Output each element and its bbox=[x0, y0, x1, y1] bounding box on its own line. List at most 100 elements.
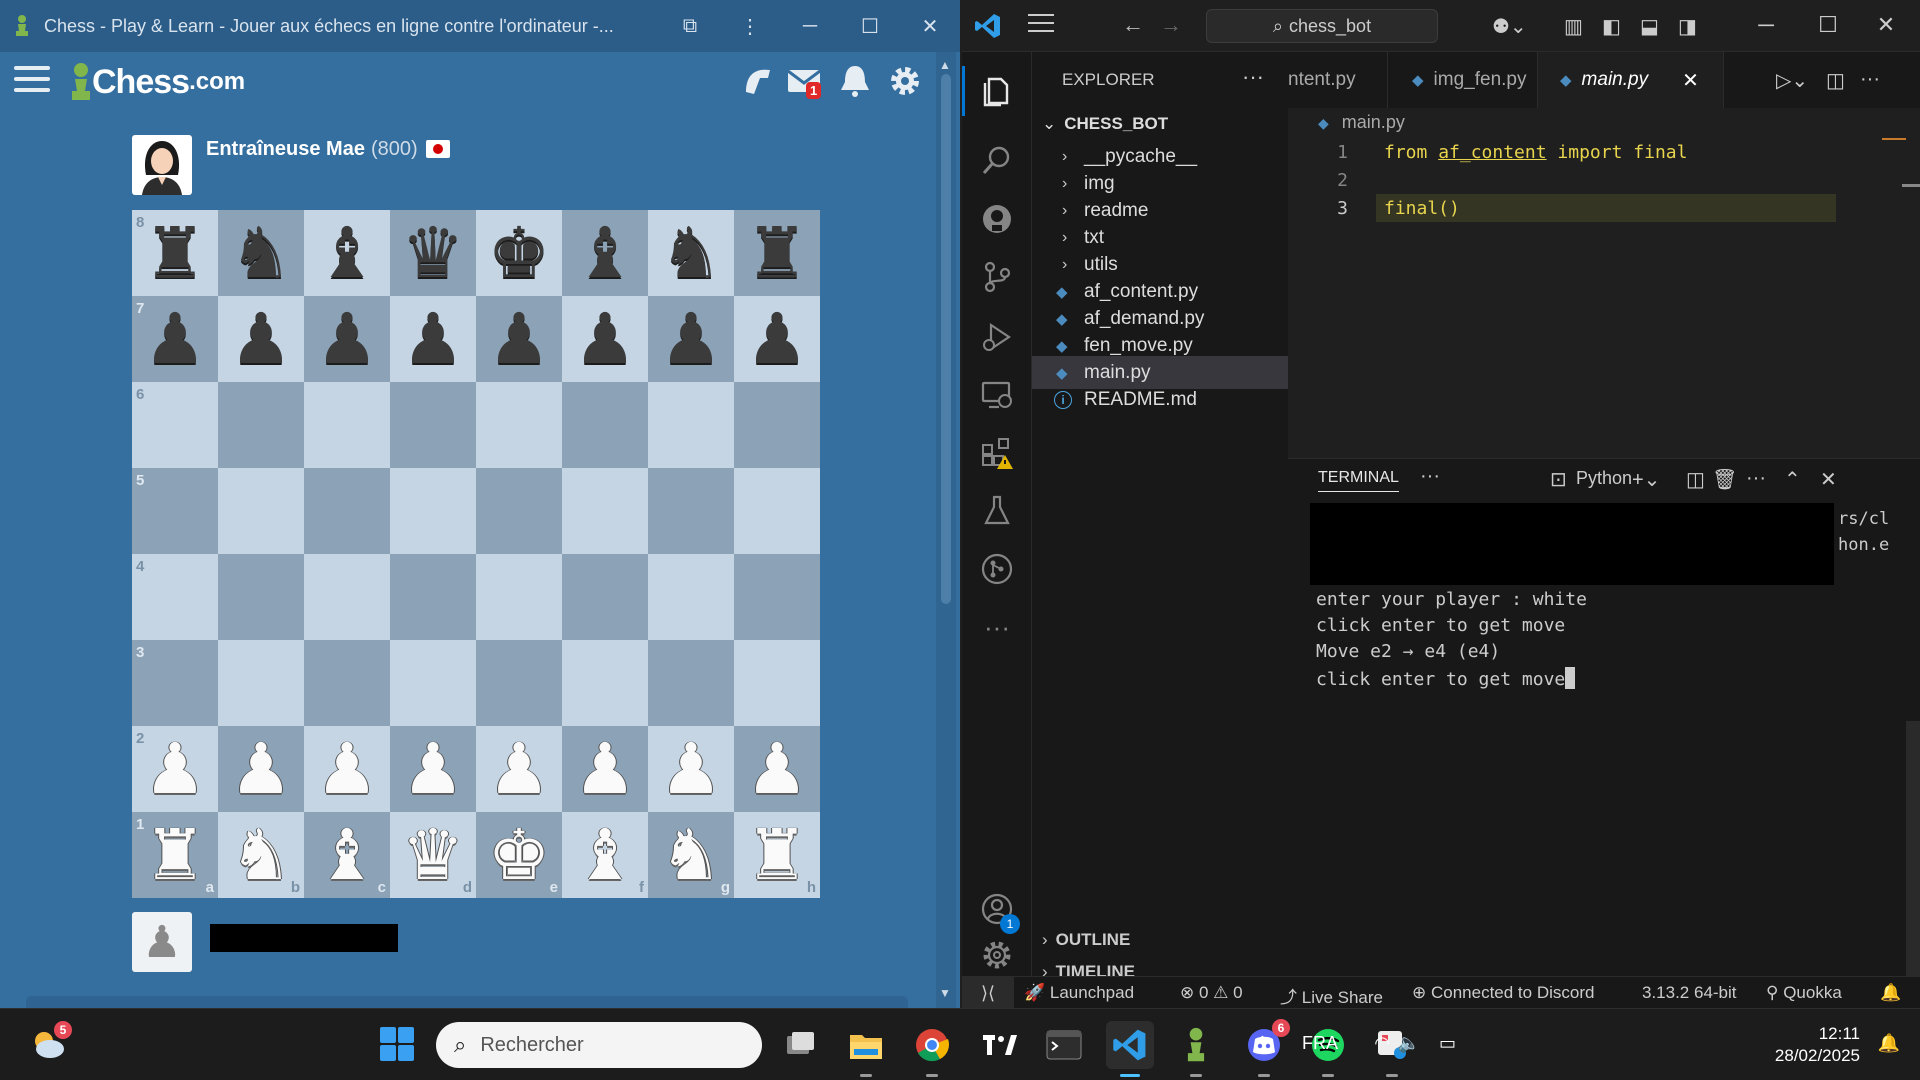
weather-widget-icon[interactable]: 5 bbox=[28, 1021, 72, 1063]
white-knight-icon[interactable]: ♞ bbox=[648, 812, 734, 898]
square-d2[interactable]: ♟ bbox=[390, 726, 476, 812]
close-tab-icon[interactable]: ✕ bbox=[1682, 68, 1699, 93]
taskbar-search[interactable]: ⌕ Rechercher bbox=[436, 1022, 762, 1068]
wifi-icon[interactable]: ◠ bbox=[1374, 1033, 1390, 1054]
opponent-name[interactable]: Entraîneuse Mae bbox=[206, 138, 365, 161]
square-g3[interactable] bbox=[648, 640, 734, 726]
file-explorer-icon[interactable] bbox=[842, 1021, 890, 1077]
square-h1[interactable]: h ♜ bbox=[734, 812, 820, 898]
scroll-down-icon[interactable]: ▼ bbox=[939, 986, 951, 1000]
terminal-prompt-line[interactable]: click enter to get move bbox=[1316, 667, 1576, 690]
black-pawn-icon[interactable]: ♟ bbox=[648, 296, 734, 382]
black-queen-icon[interactable]: ♛ bbox=[390, 210, 476, 296]
white-pawn-icon[interactable]: ♟ bbox=[218, 726, 304, 812]
maximize-button[interactable]: ☐ bbox=[840, 14, 900, 39]
code-editor[interactable]: ◆ main.py 1 from af_content import final… bbox=[1288, 108, 1920, 458]
square-h4[interactable] bbox=[734, 554, 820, 640]
square-a5[interactable]: 5 bbox=[132, 468, 218, 554]
problems-status[interactable]: ⊗ 0 ⚠ 0 bbox=[1180, 983, 1243, 1003]
white-pawn-icon[interactable]: ♟ bbox=[132, 726, 218, 812]
back-arrow-icon[interactable]: ← bbox=[1122, 12, 1144, 38]
square-h3[interactable] bbox=[734, 640, 820, 726]
square-d7[interactable]: ♟ bbox=[390, 296, 476, 382]
square-b7[interactable]: ♟ bbox=[218, 296, 304, 382]
square-f3[interactable] bbox=[562, 640, 648, 726]
square-b8[interactable]: ♞ bbox=[218, 210, 304, 296]
square-g7[interactable]: ♟ bbox=[648, 296, 734, 382]
white-knight-icon[interactable]: ♞ bbox=[218, 812, 304, 898]
square-b1[interactable]: b ♞ bbox=[218, 812, 304, 898]
chess-app-icon[interactable] bbox=[1172, 1021, 1220, 1077]
square-g4[interactable] bbox=[648, 554, 734, 640]
square-a1[interactable]: 1 a ♜ bbox=[132, 812, 218, 898]
terminal-more-icon[interactable]: ··· bbox=[1746, 467, 1766, 490]
square-a2[interactable]: 2 ♟ bbox=[132, 726, 218, 812]
more-options-icon[interactable]: ⋮ bbox=[720, 14, 780, 39]
square-g5[interactable] bbox=[648, 468, 734, 554]
live-share-status[interactable]: ⤴ Live Share bbox=[1280, 983, 1383, 1008]
square-f8[interactable]: ♝ bbox=[562, 210, 648, 296]
square-e6[interactable] bbox=[476, 382, 562, 468]
menu-icon[interactable] bbox=[1028, 14, 1054, 38]
square-f2[interactable]: ♟ bbox=[562, 726, 648, 812]
square-e4[interactable] bbox=[476, 554, 562, 640]
close-button[interactable]: ✕ bbox=[1866, 12, 1906, 38]
terminal-app-icon[interactable] bbox=[1040, 1021, 1088, 1069]
close-button[interactable]: ✕ bbox=[900, 14, 960, 39]
white-pawn-icon[interactable]: ♟ bbox=[476, 726, 562, 812]
white-pawn-icon[interactable]: ♟ bbox=[390, 726, 476, 812]
task-view-icon[interactable] bbox=[776, 1021, 824, 1069]
square-a6[interactable]: 6 bbox=[132, 382, 218, 468]
square-g6[interactable] bbox=[648, 382, 734, 468]
maximize-panel-icon[interactable]: ⌃ bbox=[1784, 467, 1801, 492]
vscode-taskbar-icon[interactable] bbox=[1106, 1021, 1154, 1077]
square-g1[interactable]: g ♞ bbox=[648, 812, 734, 898]
square-c8[interactable]: ♝ bbox=[304, 210, 390, 296]
square-c1[interactable]: c ♝ bbox=[304, 812, 390, 898]
notifications-bell-icon[interactable]: 🔔 bbox=[1880, 983, 1901, 1003]
tab-af-content[interactable]: ntent.py bbox=[1288, 52, 1388, 108]
black-rook-icon[interactable]: ♜ bbox=[734, 210, 820, 296]
scroll-up-icon[interactable]: ▲ bbox=[939, 58, 951, 72]
square-c2[interactable]: ♟ bbox=[304, 726, 390, 812]
split-terminal-icon[interactable]: ◫ bbox=[1686, 467, 1705, 492]
square-f7[interactable]: ♟ bbox=[562, 296, 648, 382]
square-f4[interactable] bbox=[562, 554, 648, 640]
toggle-secondary-sidebar-icon[interactable]: ◨ bbox=[1678, 14, 1697, 39]
explorer-more-icon[interactable]: ··· bbox=[1242, 64, 1264, 90]
remote-indicator-icon[interactable]: ⟩⟨ bbox=[962, 977, 1014, 1009]
start-windows-icon[interactable] bbox=[380, 1027, 414, 1061]
tray-overflow-chevron-icon[interactable]: ⌃ bbox=[1255, 1033, 1270, 1054]
quokka-status[interactable]: ⚲ Quokka bbox=[1766, 983, 1842, 1003]
editor-more-icon[interactable]: ··· bbox=[1860, 68, 1880, 91]
breadcrumb[interactable]: ◆ main.py bbox=[1318, 112, 1405, 133]
tab-main[interactable]: ◆ main.py ✕ bbox=[1538, 52, 1724, 108]
white-pawn-icon[interactable]: ♟ bbox=[648, 726, 734, 812]
tradingview-icon[interactable] bbox=[976, 1021, 1024, 1069]
code-line[interactable]: 2 bbox=[1288, 166, 1920, 194]
outline-section[interactable]: › OUTLINE bbox=[1032, 924, 1288, 956]
black-rook-icon[interactable]: ♜ bbox=[132, 210, 218, 296]
chess-logo[interactable]: Chess .com bbox=[70, 60, 245, 104]
volume-icon[interactable]: 🔈 bbox=[1398, 1033, 1420, 1054]
square-a3[interactable]: 3 bbox=[132, 640, 218, 726]
black-bishop-icon[interactable]: ♝ bbox=[304, 210, 390, 296]
square-e5[interactable] bbox=[476, 468, 562, 554]
black-pawn-icon[interactable]: ♟ bbox=[562, 296, 648, 382]
discord-status[interactable]: ⊕ Connected to Discord bbox=[1412, 983, 1594, 1003]
square-a7[interactable]: 7 ♟ bbox=[132, 296, 218, 382]
copilot-icon[interactable]: ⚉⌄ bbox=[1492, 14, 1527, 39]
square-f6[interactable] bbox=[562, 382, 648, 468]
square-h5[interactable] bbox=[734, 468, 820, 554]
black-knight-icon[interactable]: ♞ bbox=[648, 210, 734, 296]
black-pawn-icon[interactable]: ♟ bbox=[218, 296, 304, 382]
chrome-icon[interactable] bbox=[908, 1021, 956, 1077]
square-c5[interactable] bbox=[304, 468, 390, 554]
close-panel-icon[interactable]: ✕ bbox=[1820, 467, 1837, 492]
square-d1[interactable]: d ♛ bbox=[390, 812, 476, 898]
black-pawn-icon[interactable]: ♟ bbox=[734, 296, 820, 382]
language-indicator[interactable]: FRA bbox=[1302, 1033, 1338, 1054]
chess-scrollbar[interactable]: ▲ ▼ bbox=[936, 52, 956, 1008]
notification-bell-icon[interactable]: 🔔 bbox=[1878, 1033, 1900, 1054]
square-d6[interactable] bbox=[390, 382, 476, 468]
